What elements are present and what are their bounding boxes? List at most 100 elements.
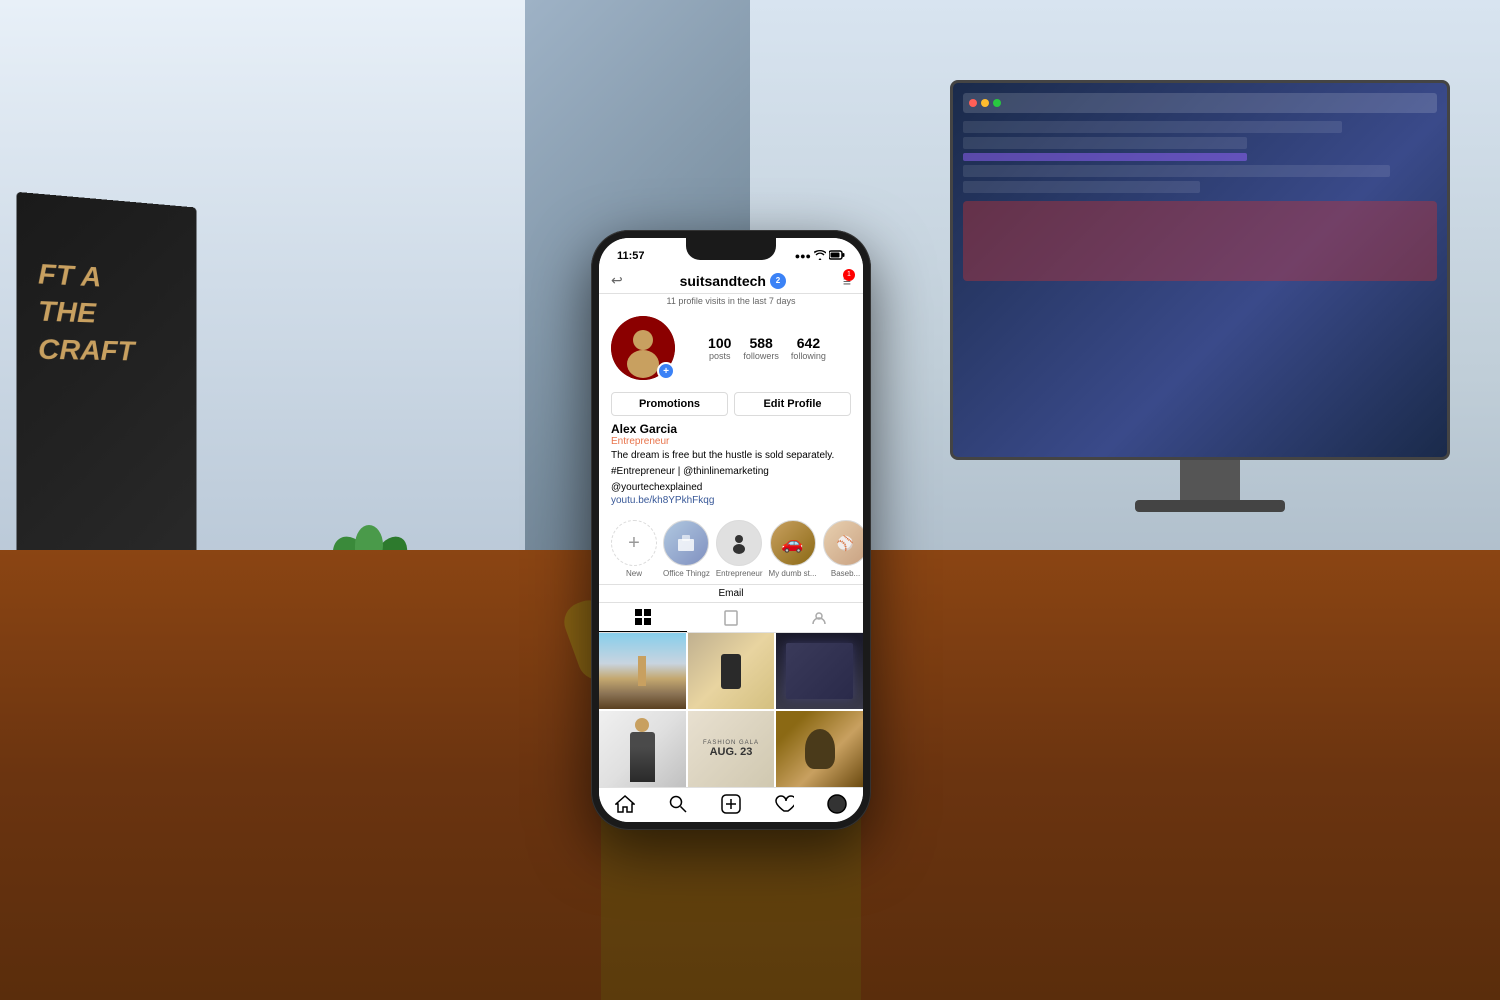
grid-photo-5[interactable]: FASHION GALA AUG. 23 — [688, 711, 775, 787]
profile-section: + 100 posts 588 followers — [599, 308, 863, 388]
story-new-label: New — [626, 569, 642, 578]
grid-photo-3[interactable] — [776, 633, 863, 709]
profile-icon — [827, 794, 847, 814]
story-dumb-circle: 🚗 — [770, 520, 816, 566]
monitor-screen — [950, 80, 1450, 460]
phone-screen: 11:57 ●●● — [599, 238, 863, 822]
tab-tagged[interactable] — [775, 603, 863, 632]
person-silhouette-icon — [727, 531, 751, 555]
suit-head — [635, 718, 649, 732]
desktop-monitor — [950, 80, 1470, 500]
story-dumb[interactable]: 🚗 My dumb st... — [769, 520, 817, 578]
ig-username-badge: 2 — [770, 273, 786, 289]
ig-menu-button[interactable]: ≡ 1 — [843, 273, 851, 289]
bio-text-line2: #Entrepreneur | @thinlinemarketing — [611, 465, 851, 479]
monitor-ui — [953, 83, 1447, 457]
story-new[interactable]: + New — [611, 520, 657, 578]
story-new-circle: + — [611, 520, 657, 566]
tab-portrait[interactable] — [687, 603, 775, 632]
stories-row: + New Office Thingz — [599, 514, 863, 584]
screen-glow — [786, 643, 853, 699]
following-label: following — [791, 351, 826, 361]
search-icon — [669, 795, 687, 813]
tab-grid[interactable] — [599, 603, 687, 632]
grid-photo-2[interactable] — [688, 633, 775, 709]
monument-tower — [638, 656, 646, 686]
nav-likes[interactable] — [757, 794, 810, 814]
battery-icon — [829, 250, 845, 262]
suit-photo — [599, 711, 686, 787]
nav-profile[interactable] — [810, 794, 863, 814]
phone-photo — [688, 633, 775, 709]
story-entrepreneur-label: Entrepreneur — [716, 569, 763, 578]
minimize-dot — [981, 99, 989, 107]
nav-add[interactable] — [705, 794, 758, 814]
story-baseball-icon: ⚾ — [837, 535, 854, 552]
story-baseball-label: Baseb... — [831, 569, 860, 578]
nav-home[interactable] — [599, 794, 652, 814]
bio-link[interactable]: youtu.be/kh8YPkhFkqg — [611, 495, 851, 506]
grid-photo-6[interactable] — [776, 711, 863, 787]
bio-section: Alex Garcia Entrepreneur The dream is fr… — [599, 420, 863, 514]
avatar-add-button[interactable]: + — [657, 362, 675, 380]
bottom-nav — [599, 787, 863, 818]
monitor-base — [1135, 500, 1285, 512]
background-scene: FT ATHECRAFT — [0, 0, 1500, 1000]
photo-grid: FASHION GALA AUG. 23 — [599, 633, 863, 787]
grid-photo-4[interactable] — [599, 711, 686, 787]
suit-person — [630, 732, 655, 782]
aug-date: AUG. 23 — [710, 746, 753, 758]
monitor-stand — [1180, 460, 1240, 500]
story-entrepreneur-circle — [716, 520, 762, 566]
story-entrepreneur[interactable]: Entrepreneur — [716, 520, 763, 578]
stat-following[interactable]: 642 following — [791, 335, 826, 362]
grid-photo-1[interactable] — [599, 633, 686, 709]
tag-person-icon — [811, 610, 827, 626]
monitor-content-row-4 — [963, 181, 1200, 193]
promotions-button[interactable]: Promotions — [611, 392, 728, 416]
profile-visits-text: 11 profile visits in the last 7 days — [599, 294, 863, 308]
followers-count: 588 — [743, 335, 779, 352]
phone-device: 11:57 ●●● — [591, 230, 871, 830]
story-dumb-icon: 🚗 — [781, 533, 803, 554]
stat-posts[interactable]: 100 posts — [708, 335, 731, 362]
story-dumb-label: My dumb st... — [769, 569, 817, 578]
monitor-accent-bar — [963, 153, 1247, 161]
bio-text-line1: The dream is free but the hustle is sold… — [611, 449, 851, 463]
story-baseball[interactable]: ⚾ Baseb... — [823, 520, 863, 578]
add-icon — [721, 794, 741, 814]
followers-label: followers — [743, 351, 779, 361]
crowd-silhouette — [805, 729, 835, 769]
stat-followers[interactable]: 588 followers — [743, 335, 779, 362]
story-baseball-circle: ⚾ — [823, 520, 863, 566]
stats-row: 100 posts 588 followers 642 following — [683, 335, 851, 362]
mini-phone — [721, 654, 741, 689]
grid-icon — [635, 609, 651, 625]
sign-prop: FT ATHECRAFT — [17, 192, 197, 608]
ig-notification-badge: 1 — [843, 269, 855, 281]
story-office-label: Office Thingz — [663, 569, 710, 578]
home-icon — [615, 795, 635, 813]
story-office[interactable]: Office Thingz — [663, 520, 710, 578]
edit-profile-button[interactable]: Edit Profile — [734, 392, 851, 416]
email-button[interactable]: Email — [599, 584, 863, 603]
monitor-content-row-3 — [963, 165, 1390, 177]
status-time: 11:57 — [617, 250, 645, 262]
close-dot — [969, 99, 977, 107]
hand-phone-container: 11:57 ●●● — [541, 150, 921, 1000]
wifi-icon — [814, 250, 826, 262]
dark-phone-photo — [776, 633, 863, 709]
nav-search[interactable] — [652, 794, 705, 814]
crowd-photo — [776, 711, 863, 787]
office-icon — [674, 531, 698, 555]
avatar-container: + — [611, 316, 675, 380]
posts-label: posts — [708, 351, 731, 361]
bio-text-line3: @yourtechexplained — [611, 481, 851, 495]
expand-dot — [993, 99, 1001, 107]
bio-name: Alex Garcia — [611, 422, 851, 436]
status-icons: ●●● — [795, 250, 845, 262]
ig-back-icon[interactable]: ↩ — [611, 272, 623, 289]
monument-photo — [599, 633, 686, 709]
aug-photo: FASHION GALA AUG. 23 — [688, 711, 775, 787]
monitor-top-bar — [963, 93, 1437, 113]
